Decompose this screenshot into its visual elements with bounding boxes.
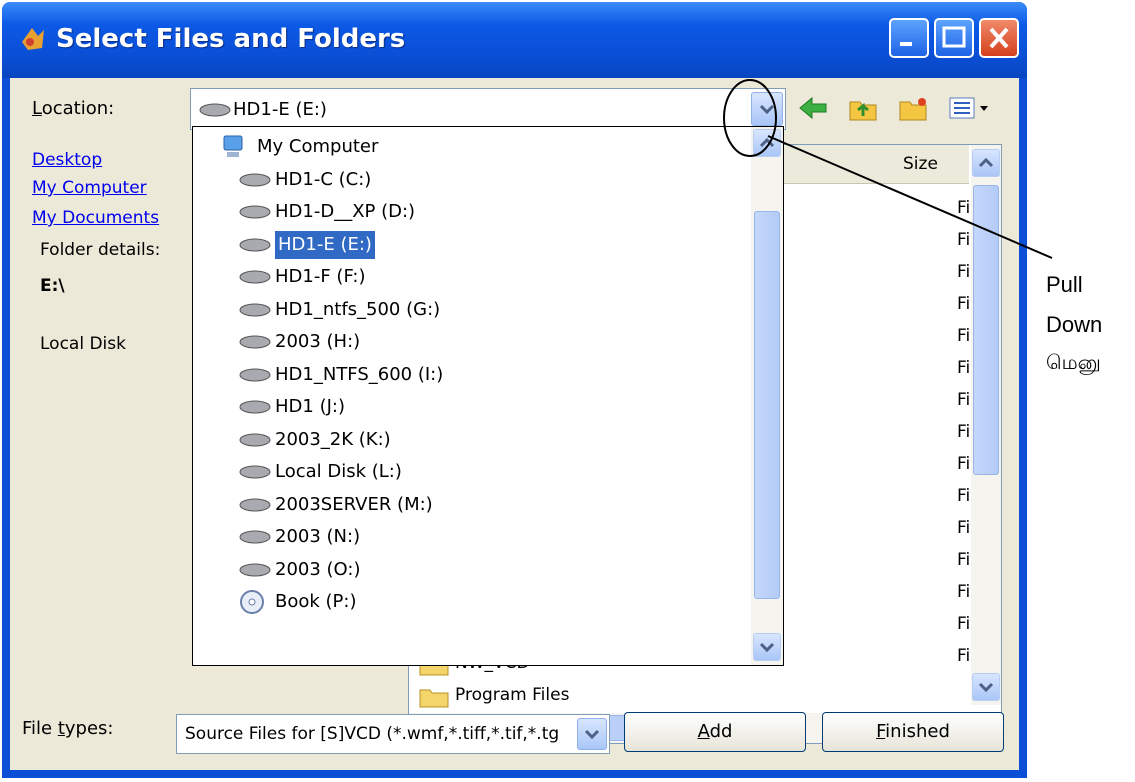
annotation-line-2: Down [1046, 312, 1103, 337]
callout-overlay [723, 79, 1053, 259]
annotation-line-3: மெனு [1046, 350, 1101, 374]
callout-line [767, 135, 1053, 259]
callout-circle [723, 79, 777, 157]
annotation-line-1: Pull [1046, 272, 1083, 297]
